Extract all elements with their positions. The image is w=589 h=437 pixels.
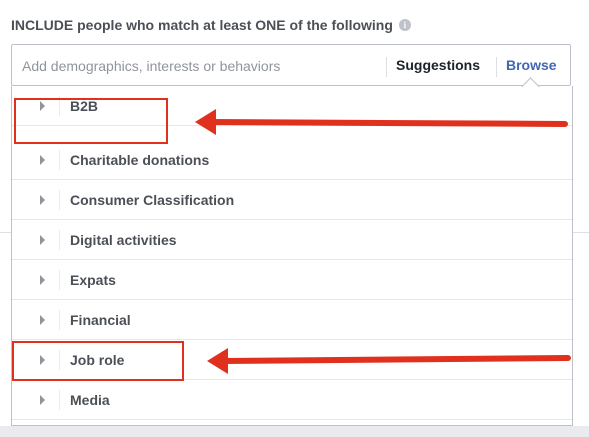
annotation-arrows (195, 109, 571, 374)
annotation-arrow-b2b (195, 109, 568, 135)
annotation-arrow-job-role (207, 348, 571, 374)
